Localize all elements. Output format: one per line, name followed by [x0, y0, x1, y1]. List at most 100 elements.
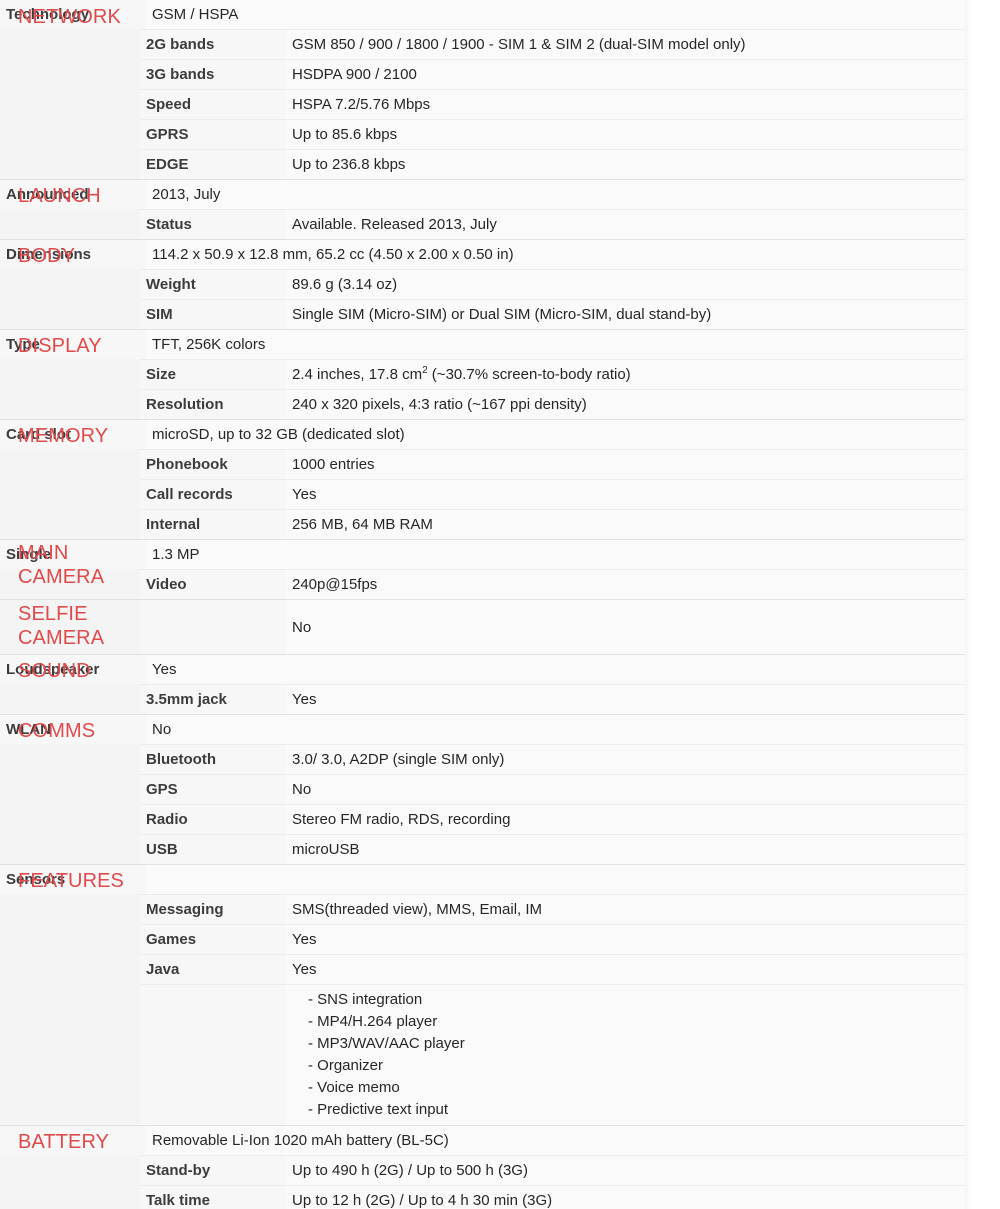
spec-category-label	[0, 269, 140, 299]
spec-field-label: Resolution	[140, 389, 286, 419]
spec-field-value: HSPA 7.2/5.76 Mbps	[286, 89, 965, 119]
spec-row: Java Yes	[0, 954, 965, 984]
spec-row: MAIN CAMERA Single 1.3 MP	[0, 540, 965, 588]
spec-row: NETWORK Technology GSM / HSPA	[0, 0, 965, 29]
spec-category-label	[0, 59, 140, 89]
spec-field-value: TFT, 256K colors	[146, 330, 965, 359]
feature-bullet-item: - SNS integration	[308, 991, 423, 1008]
spec-row: Status Available. Released 2013, July	[0, 209, 965, 239]
spec-row: 3G bands HSDPA 900 / 2100	[0, 59, 965, 89]
spec-section: SELFIE CAMERA No	[0, 599, 965, 654]
spec-section: BODY Dimensions 114.2 x 50.9 x 12.8 mm, 65…	[0, 239, 965, 329]
spec-value-text: HSDPA 900 / 2100	[292, 66, 417, 83]
table-edge-shadow	[965, 0, 971, 1209]
spec-category-label	[0, 89, 140, 119]
spec-category-label	[0, 894, 140, 924]
spec-field-value: HSDPA 900 / 2100	[286, 59, 965, 89]
spec-value-text: 240p@15fps	[292, 576, 378, 593]
spec-category-label: BODY	[18, 245, 76, 267]
spec-field-value: GSM / HSPA	[146, 0, 965, 29]
specification-table: NETWORK Technology GSM / HSPA 2G bands GSM 8…	[0, 0, 965, 1209]
spec-category-label	[0, 209, 140, 239]
spec-field-label: Size	[140, 359, 286, 389]
spec-value-text: GSM 850 / 900 / 1800 / 1900 - SIM 1 & SI…	[292, 36, 746, 53]
spec-field-value: microUSB	[286, 834, 965, 864]
spec-section: LAUNCH Announced 2013, July Status Available…	[0, 179, 965, 239]
spec-field-label: 2G bands	[140, 29, 286, 59]
spec-field-value: No	[286, 600, 965, 654]
spec-category-label	[0, 449, 140, 479]
spec-field-value: Up to 85.6 kbps	[286, 119, 965, 149]
spec-field-value: 1.3 MP	[146, 540, 965, 569]
spec-field-label: USB	[140, 834, 286, 864]
spec-row: Bluetooth 3.0/ 3.0, A2DP (single SIM only…	[0, 744, 965, 774]
spec-value-text: No	[292, 781, 312, 798]
spec-value-text: Yes	[292, 931, 317, 948]
spec-value-text: 3.0/ 3.0, A2DP (single SIM only)	[292, 751, 505, 768]
spec-category-label	[0, 1155, 140, 1185]
spec-field-value: 3.0/ 3.0, A2DP (single SIM only)	[286, 744, 965, 774]
spec-row: Size 2.4 inches, 17.8 cm2 (~30.7% screen-…	[0, 359, 965, 389]
spec-row: FEATURES Sensors	[0, 865, 965, 894]
spec-row: SOUND Loudspeaker Yes	[0, 655, 965, 684]
spec-category-label	[0, 149, 140, 179]
spec-row: LAUNCH Announced 2013, July	[0, 180, 965, 209]
spec-value-text: Removable Li-Ion 1020 mAh battery (BL-5C…	[152, 1132, 449, 1149]
spec-field-value: 240p@15fps	[286, 569, 965, 599]
spec-row: Speed HSPA 7.2/5.76 Mbps	[0, 89, 965, 119]
spec-value-text: Available. Released 2013, July	[292, 216, 497, 233]
spec-value-text: 2013, July	[152, 186, 221, 203]
phone-spec-sheet: NETWORK Technology GSM / HSPA 2G bands GSM 8…	[0, 0, 1000, 1209]
spec-field-label	[140, 984, 286, 1125]
spec-category-label	[0, 924, 140, 954]
spec-field-label: Games	[140, 924, 286, 954]
spec-value-text: Up to 236.8 kbps	[292, 156, 406, 173]
spec-field-value: No	[146, 715, 965, 744]
feature-bullet-item: - Organizer	[308, 1057, 384, 1074]
spec-section: MEMORY Card slot microSD, up to 32 GB (ded…	[0, 419, 965, 539]
spec-field-label: Call records	[140, 479, 286, 509]
spec-row: Call records Yes	[0, 479, 965, 509]
feature-bullet-item: - Voice memo	[308, 1079, 400, 1096]
spec-category-label: NETWORK	[18, 6, 121, 28]
spec-value-text: microUSB	[292, 841, 360, 858]
spec-value-text: Single SIM (Micro-SIM) or Dual SIM (Micr…	[292, 306, 712, 323]
spec-field-label: Status	[140, 209, 286, 239]
spec-value-text: Yes	[292, 961, 317, 978]
spec-row: GPS No	[0, 774, 965, 804]
spec-row: Phonebook 1000 entries	[0, 449, 965, 479]
spec-section: NETWORK Technology GSM / HSPA 2G bands GSM 8…	[0, 0, 965, 179]
spec-category-label: MAIN CAMERA	[18, 542, 105, 588]
spec-value-text: No	[292, 618, 312, 636]
spec-category-label: LAUNCH	[18, 185, 101, 207]
spec-section: FEATURES Sensors Messaging SMS(threaded vie…	[0, 864, 965, 1125]
spec-value-text: No	[152, 721, 172, 738]
feature-bullet-item: - Predictive text input	[308, 1101, 449, 1118]
spec-value-text: Yes	[152, 661, 177, 678]
spec-field-label: GPS	[140, 774, 286, 804]
spec-section: BATTERY Removable Li-Ion 1020 mAh battery…	[0, 1125, 965, 1209]
spec-field-value: GSM 850 / 900 / 1800 / 1900 - SIM 1 & SI…	[286, 29, 965, 59]
spec-row: Weight 89.6 g (3.14 oz)	[0, 269, 965, 299]
spec-value-text: HSPA 7.2/5.76 Mbps	[292, 96, 431, 113]
spec-field-value: Up to 490 h (2G) / Up to 500 h (3G)	[286, 1155, 965, 1185]
spec-field-value: Yes	[286, 684, 965, 714]
spec-row: Messaging SMS(threaded view), MMS, Email,…	[0, 894, 965, 924]
spec-value-text: 256 MB, 64 MB RAM	[292, 516, 433, 533]
spec-row: DISPLAY Type TFT, 256K colors	[0, 330, 965, 359]
spec-field-label: Weight	[140, 269, 286, 299]
spec-field-value	[146, 865, 965, 894]
spec-category-label	[0, 684, 140, 714]
spec-field-value: 89.6 g (3.14 oz)	[286, 269, 965, 299]
spec-row: Talk time Up to 12 h (2G) / Up to 4 h 30 …	[0, 1185, 965, 1209]
spec-value-text: 240 x 320 pixels, 4:3 ratio (~167 ppi de…	[292, 396, 587, 413]
spec-field-label: Stand-by	[140, 1155, 286, 1185]
spec-field-label: Bluetooth	[140, 744, 286, 774]
spec-row: COMMS WLAN No	[0, 715, 965, 744]
spec-category-label: SELFIE CAMERA	[0, 600, 140, 654]
spec-field-value: 2013, July	[146, 180, 965, 209]
spec-value-text: Stereo FM radio, RDS, recording	[292, 811, 511, 828]
spec-field-value: 256 MB, 64 MB RAM	[286, 509, 965, 539]
spec-field-label: Phonebook	[140, 449, 286, 479]
spec-field-label: 3G bands	[140, 59, 286, 89]
